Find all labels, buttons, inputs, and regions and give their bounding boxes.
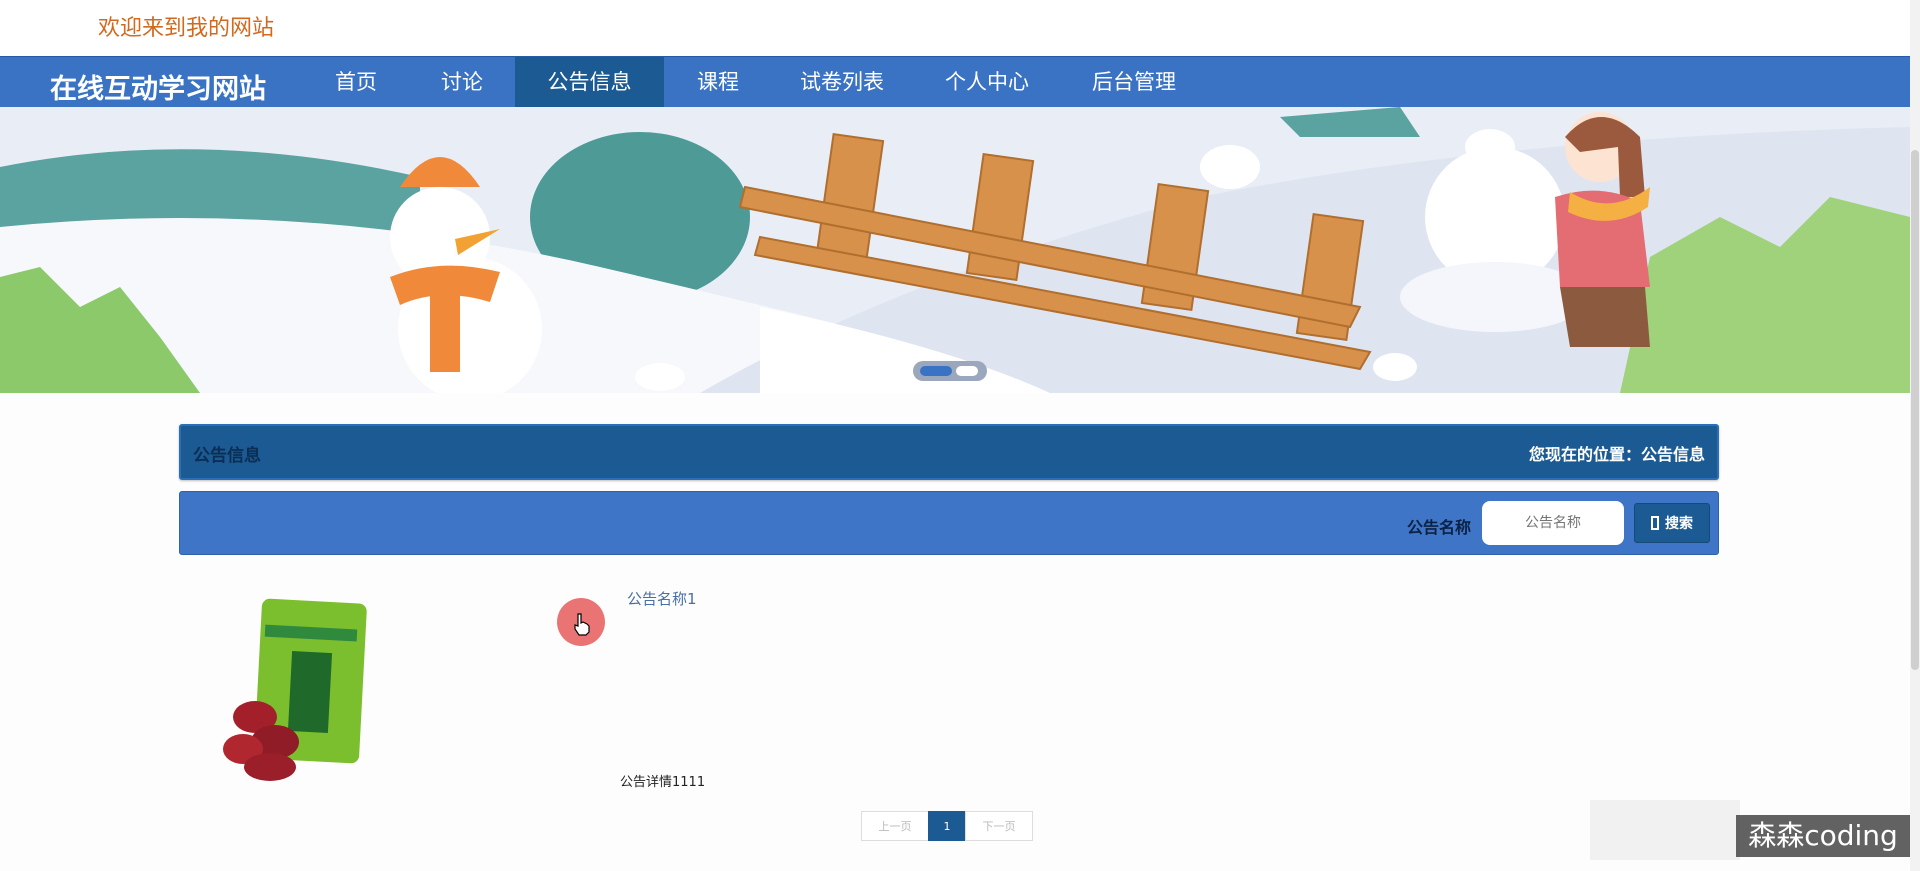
hand-cursor-icon — [574, 613, 590, 636]
carousel-dot-2 — [956, 366, 978, 376]
nav-admin[interactable]: 后台管理 — [1079, 57, 1189, 107]
top-bar: 欢迎来到我的网站 — [0, 0, 1920, 56]
section-title: 公告信息 — [193, 446, 261, 466]
notice-image[interactable] — [215, 597, 375, 783]
search-label: 公告名称 — [1407, 518, 1472, 537]
nav-courses[interactable]: 课程 — [680, 57, 756, 107]
scrollbar-thumb[interactable] — [1911, 150, 1919, 670]
blurred-overlay — [1590, 800, 1740, 860]
carousel-dot-1 — [920, 366, 952, 376]
search-button-label: 搜索 — [1665, 516, 1693, 532]
site-title[interactable]: 在线互动学习网站 — [50, 67, 266, 106]
nav-personal-center[interactable]: 个人中心 — [932, 57, 1042, 107]
search-button[interactable]: 搜索 — [1634, 503, 1710, 543]
search-bar: 公告名称 搜索 — [179, 491, 1719, 555]
next-page-button[interactable]: 下一页 — [965, 811, 1033, 841]
breadcrumb-location: 您现在的位置：公告信息 — [1528, 445, 1705, 464]
winter-scene-illustration — [0, 107, 1910, 393]
notice-detail: 公告详情1111 — [620, 775, 706, 790]
watermark: 森森coding — [1736, 815, 1910, 857]
page-scrollbar[interactable] — [1910, 0, 1920, 871]
notice-title-link[interactable]: 公告名称1 — [627, 588, 697, 609]
nav-home[interactable]: 首页 — [318, 57, 394, 107]
pagination: 上一页 1 下一页 — [861, 811, 1033, 841]
search-icon — [1651, 516, 1659, 530]
welcome-text: 欢迎来到我的网站 — [98, 16, 275, 41]
prev-page-button[interactable]: 上一页 — [861, 811, 929, 841]
banner-carousel[interactable] — [0, 107, 1910, 393]
nav-notices[interactable]: 公告信息 — [515, 57, 664, 107]
main-navbar: 在线互动学习网站 首页 讨论 公告信息 课程 试卷列表 个人中心 后台管理 — [0, 56, 1920, 107]
search-input[interactable] — [1482, 501, 1624, 545]
nav-exam-list[interactable]: 试卷列表 — [787, 57, 897, 107]
section-header: 公告信息 您现在的位置：公告信息 — [179, 424, 1719, 480]
nav-discussion[interactable]: 讨论 — [424, 57, 500, 107]
page-1-button[interactable]: 1 — [928, 811, 966, 841]
